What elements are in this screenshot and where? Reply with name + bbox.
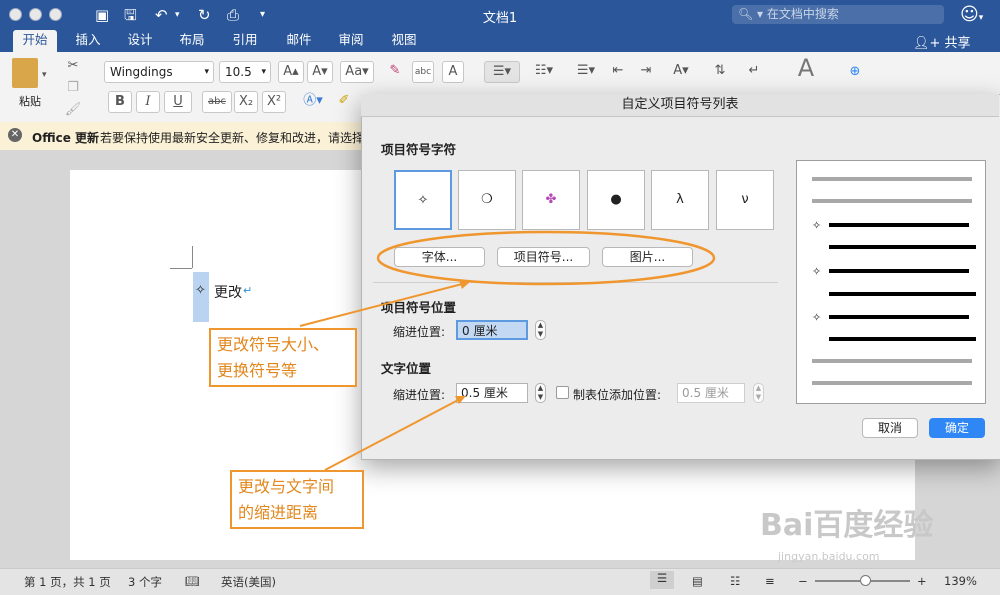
watermark-logo: Bai百度经验 bbox=[760, 508, 934, 543]
highlight-ellipse bbox=[376, 230, 716, 286]
annotation-note: 更改符号大小、 更换符号等 bbox=[209, 328, 357, 387]
annotation-note: 更改与文字间 的缩进距离 bbox=[230, 470, 364, 529]
annotation-arrow bbox=[299, 282, 467, 327]
annotation-arrow bbox=[324, 397, 463, 471]
watermark-url: jingyan.baidu.com bbox=[778, 550, 880, 563]
